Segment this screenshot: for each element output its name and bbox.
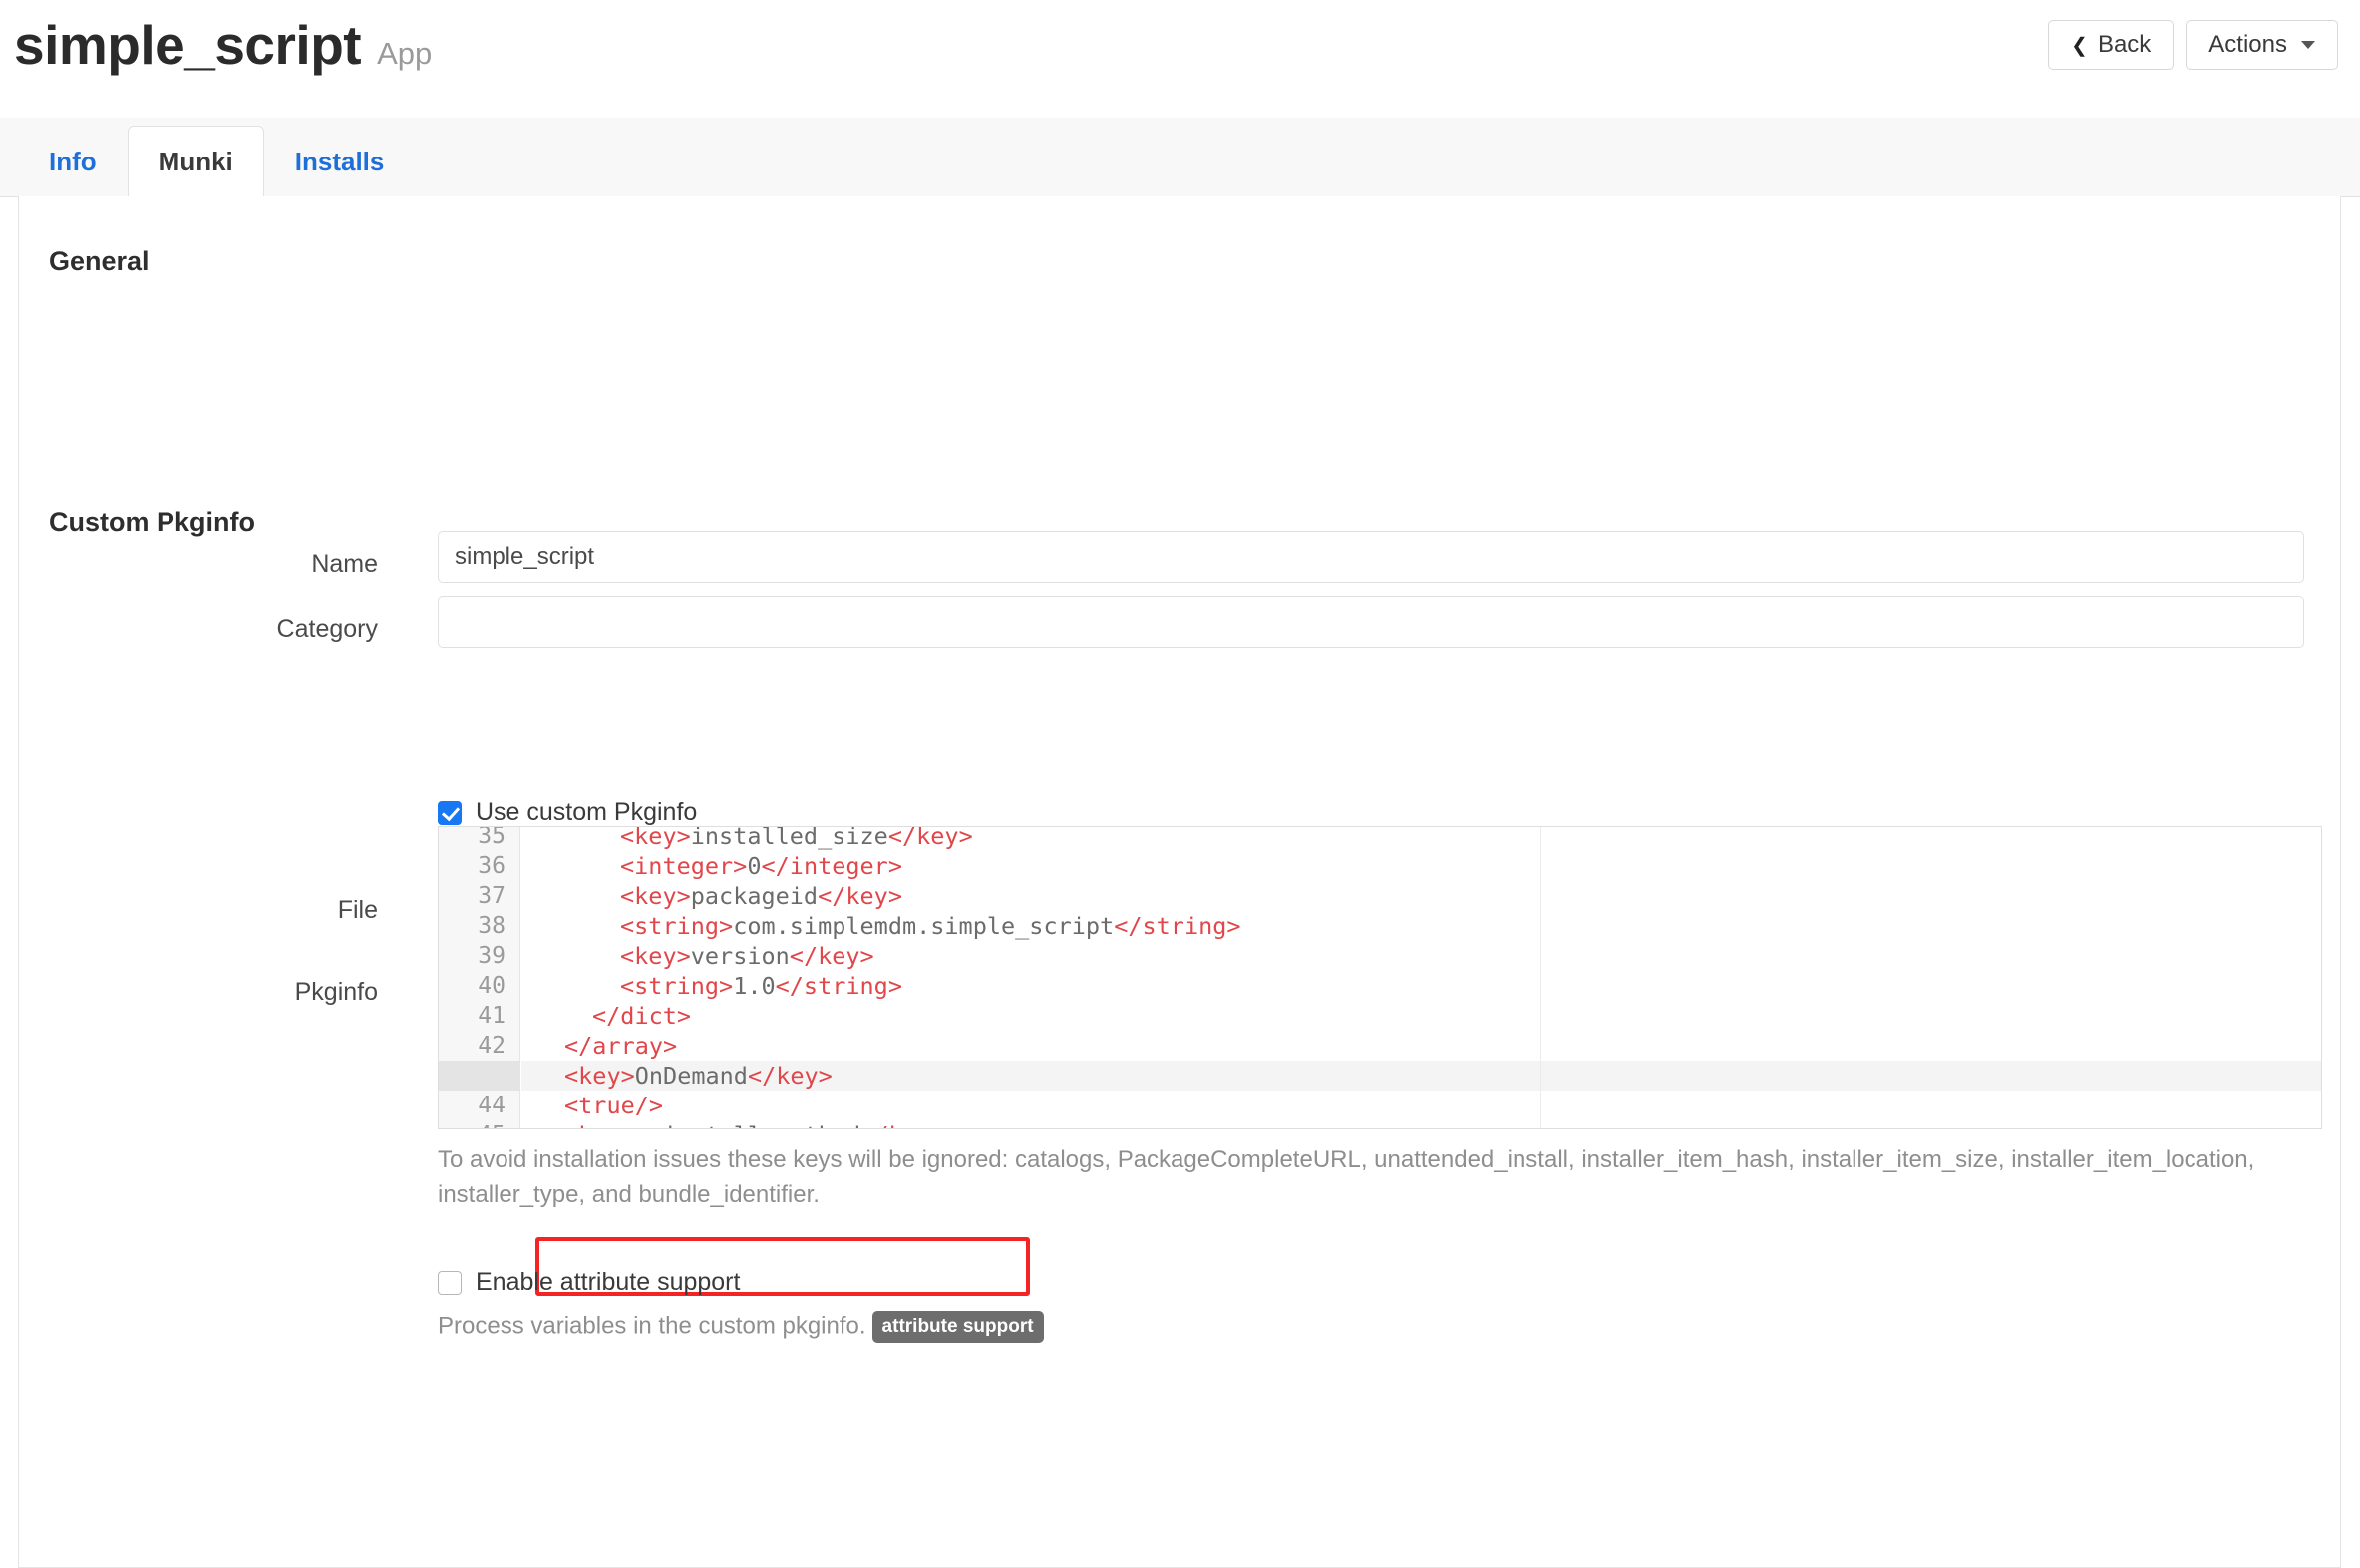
file-field-label: File xyxy=(337,896,378,924)
chevron-down-icon xyxy=(2301,41,2315,49)
app-title-text: simple_script xyxy=(14,14,362,76)
editor-line-number: 41 xyxy=(478,1003,506,1029)
custom-pkginfo-section-title: Custom Pkginfo xyxy=(49,507,255,537)
enable-attribute-support-checkbox[interactable] xyxy=(438,1270,462,1295)
editor-code-line: <string>com.simplemdm.simple_script</str… xyxy=(620,912,1241,940)
editor-line-number: 38 xyxy=(478,913,506,939)
use-custom-pkginfo-row[interactable]: Use custom Pkginfo xyxy=(438,798,697,827)
editor-line-number: 37 xyxy=(478,883,506,909)
editor-code-line: <key>version</key> xyxy=(620,942,874,970)
editor-line-number: 42 xyxy=(478,1033,506,1059)
tab-bar: Info Munki Installs xyxy=(0,118,2360,197)
attribute-support-help-text: Process variables in the custom pkginfo. xyxy=(438,1312,866,1340)
chevron-left-icon: ❮ xyxy=(2071,34,2088,57)
attribute-support-help: Process variables in the custom pkginfo.… xyxy=(438,1311,1044,1343)
tab-info-label: Info xyxy=(49,147,97,176)
page-header: simple_script App ❮ Back Actions xyxy=(0,0,2360,118)
enable-attribute-support-row[interactable]: Enable attribute support xyxy=(438,1268,740,1297)
editor-code-line: <key>uninstall_method</key> xyxy=(521,1120,945,1128)
page-title: simple_script App xyxy=(14,18,432,73)
editor-code-line: <string>1.0</string> xyxy=(620,972,902,1000)
page-root: simple_script App ❮ Back Actions Info Mu… xyxy=(0,0,2360,1568)
enable-attribute-support-label: Enable attribute support xyxy=(476,1268,741,1296)
editor-code-area[interactable]: <key>installed_size</key> <integer>0</int… xyxy=(521,827,2321,1128)
tab-munki-label: Munki xyxy=(158,146,233,176)
back-button[interactable]: ❮ Back xyxy=(2048,20,2175,70)
editor-code-line: </array> xyxy=(564,1032,678,1060)
editor-line-number: 39 xyxy=(478,943,506,969)
app-type-label: App xyxy=(377,36,433,71)
actions-button-label: Actions xyxy=(2208,31,2287,58)
pkginfo-field-label: Pkginfo xyxy=(294,978,378,1006)
editor-print-margin-ruler xyxy=(1540,827,1541,1128)
attribute-support-badge[interactable]: attribute support xyxy=(871,1311,1044,1343)
editor-line-number: 35 xyxy=(478,826,506,849)
use-custom-pkginfo-checkbox[interactable] xyxy=(438,800,462,825)
name-input[interactable] xyxy=(438,531,2304,583)
name-field-label: Name xyxy=(311,550,378,578)
editor-code-line: <key>installed_size</key> xyxy=(620,827,973,850)
ignored-keys-note: To avoid installation issues these keys … xyxy=(438,1146,2255,1208)
tab-info[interactable]: Info xyxy=(18,126,128,197)
editor-code-line: <integer>0</integer> xyxy=(620,852,902,880)
editor-line-number: 40 xyxy=(478,973,506,999)
editor-code-line: <true/> xyxy=(564,1092,664,1119)
editor-line-number: 36 xyxy=(478,853,506,879)
general-section-title: General xyxy=(49,246,150,276)
actions-dropdown-button[interactable]: Actions xyxy=(2186,20,2338,70)
editor-line-number: 45 xyxy=(439,1120,506,1128)
use-custom-pkginfo-label: Use custom Pkginfo xyxy=(476,798,698,826)
munki-settings-card: General Name Category Custom Pkginfo Use… xyxy=(18,196,2341,1568)
editor-code-line: <key>OnDemand</key> xyxy=(564,1062,833,1090)
editor-code-line: <key>packageid</key> xyxy=(620,882,902,910)
editor-line-number: 44 xyxy=(478,1093,506,1118)
pkginfo-code-editor[interactable]: 35363738394041424344454647484950515253 <… xyxy=(438,826,2322,1129)
back-button-label: Back xyxy=(2097,31,2152,58)
category-field-label: Category xyxy=(276,615,378,643)
tab-munki[interactable]: Munki xyxy=(127,126,264,197)
editor-code-line: </dict> xyxy=(592,1002,692,1030)
tab-installs[interactable]: Installs xyxy=(264,126,416,197)
tab-installs-label: Installs xyxy=(294,147,385,176)
editor-active-line-gutter-highlight xyxy=(439,1061,520,1091)
category-input[interactable] xyxy=(438,596,2304,648)
header-actions: ❮ Back Actions xyxy=(2048,20,2338,70)
